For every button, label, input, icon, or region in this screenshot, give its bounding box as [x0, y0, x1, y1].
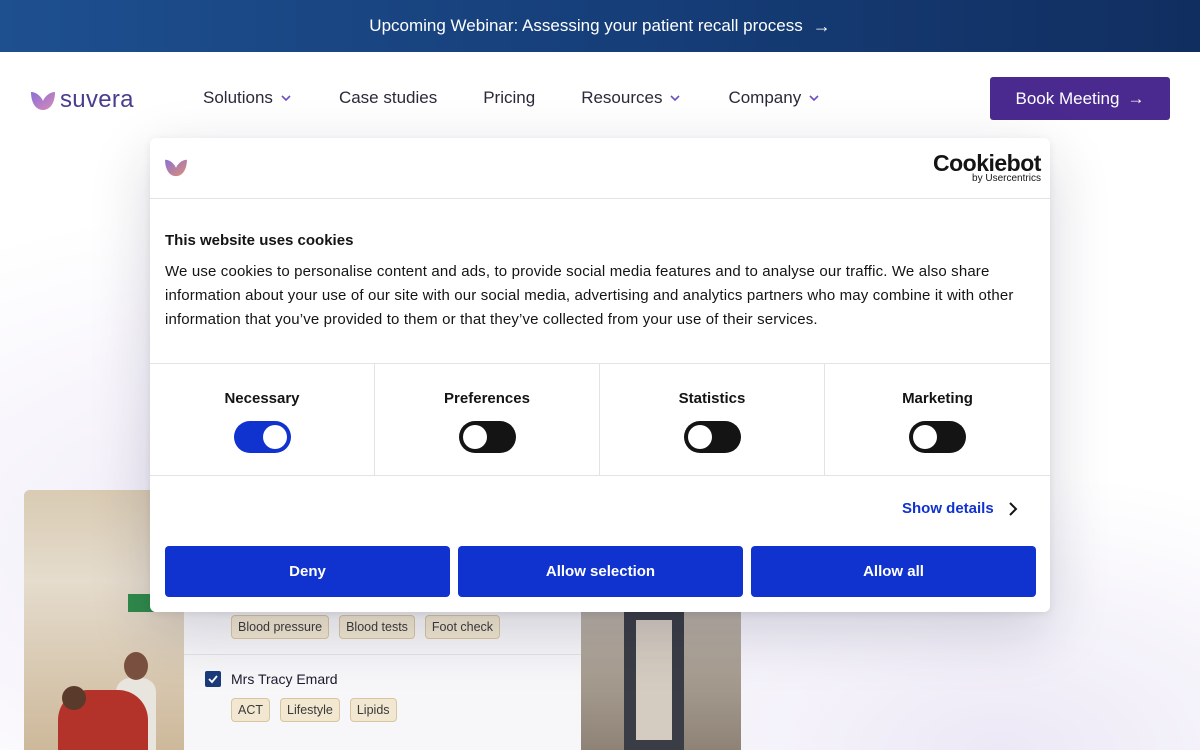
switch-knob — [462, 425, 487, 449]
consent-buttons: Deny Allow selection Allow all — [165, 546, 1036, 597]
chevron-down-icon — [281, 95, 291, 102]
toggle-necessary: Necessary — [150, 364, 375, 475]
necessary-switch[interactable] — [233, 421, 291, 453]
toggle-preferences: Preferences — [375, 364, 600, 475]
switch-knob — [262, 425, 287, 449]
tag: Blood pressure — [231, 615, 330, 639]
nav-item-label: Company — [728, 88, 802, 107]
cookie-consent-dialog: Cookiebot by Usercentrics This website u… — [150, 138, 1050, 612]
main-nav: suvera Solutions Case studies Pricing Re… — [0, 52, 1200, 146]
consent-toggles: Necessary Preferences Statistics Marketi… — [150, 363, 1050, 476]
toggle-marketing: Marketing — [825, 364, 1050, 475]
checkbox-checked-icon — [205, 671, 221, 687]
patient-row: Mrs Tracy Emard — [205, 671, 338, 687]
logo-mark-icon — [31, 92, 55, 110]
switch-knob — [687, 425, 712, 449]
chevron-right-icon — [1008, 501, 1018, 516]
show-details-link[interactable]: Show details — [902, 500, 1018, 517]
chevron-down-icon — [809, 95, 819, 102]
toggle-label: Statistics — [678, 390, 746, 407]
show-details-label: Show details — [902, 500, 994, 517]
statistics-switch[interactable] — [683, 421, 741, 453]
door-glass — [636, 620, 672, 740]
dialog-header: Cookiebot by Usercentrics — [150, 138, 1050, 199]
dialog-body: We use cookies to personalise content an… — [165, 263, 1014, 328]
book-meeting-label: Book Meeting — [1015, 88, 1120, 108]
patient-head — [62, 686, 86, 710]
nav-item-label: Case studies — [338, 88, 438, 107]
nav-item-label: Solutions — [203, 88, 273, 107]
marketing-switch[interactable] — [909, 421, 966, 453]
allow-selection-button[interactable]: Allow selection — [458, 546, 743, 597]
toggle-label: Necessary — [224, 390, 300, 407]
nav-item-company[interactable]: Company — [728, 88, 821, 108]
allow-all-button[interactable]: Allow all — [751, 546, 1036, 597]
tag: Foot check — [424, 615, 501, 639]
tag: Lipids — [349, 698, 397, 722]
deny-button[interactable]: Deny — [165, 546, 450, 597]
book-meeting-button[interactable]: Book Meeting → — [990, 77, 1170, 120]
nav-item-case-studies[interactable]: Case studies — [339, 88, 437, 108]
row-divider — [184, 654, 581, 655]
toggle-label: Marketing — [902, 390, 973, 407]
tag: Blood tests — [339, 615, 415, 639]
patient-name: Mrs Tracy Emard — [231, 671, 338, 687]
row2-tags: ACT Lifestyle Lipids — [231, 698, 397, 722]
toggle-statistics: Statistics — [600, 364, 825, 475]
dialog-title: This website uses cookies — [165, 232, 354, 249]
cookiebot-logo[interactable]: Cookiebot by Usercentrics — [933, 151, 1041, 184]
nav-links: Solutions Case studies Pricing Resources… — [203, 88, 821, 108]
tag: Lifestyle — [280, 698, 340, 722]
switch-knob — [913, 425, 937, 449]
logo[interactable]: suvera — [30, 86, 134, 114]
row1-tags: Blood pressure Blood tests Foot check — [231, 615, 501, 639]
tag: ACT — [231, 698, 270, 722]
logo-text: suvera — [60, 86, 134, 113]
nav-item-solutions[interactable]: Solutions — [203, 88, 293, 108]
cookiebot-name: Cookiebot — [933, 150, 1041, 176]
nav-item-pricing[interactable]: Pricing — [483, 88, 535, 108]
nav-item-resources[interactable]: Resources — [581, 88, 682, 108]
nav-item-label: Resources — [581, 88, 663, 107]
clinician-head — [124, 652, 148, 680]
preferences-switch[interactable] — [458, 421, 516, 453]
arrow-right-icon: → — [812, 15, 831, 36]
arrow-right-icon: → — [1127, 88, 1145, 108]
announcement-banner[interactable]: Upcoming Webinar: Assessing your patient… — [0, 0, 1200, 52]
toggle-label: Preferences — [444, 390, 530, 407]
suvera-logo-icon — [165, 159, 187, 177]
nav-item-label: Pricing — [483, 88, 536, 107]
announcement-text[interactable]: Upcoming Webinar: Assessing your patient… — [369, 16, 802, 36]
chevron-down-icon — [670, 95, 681, 102]
